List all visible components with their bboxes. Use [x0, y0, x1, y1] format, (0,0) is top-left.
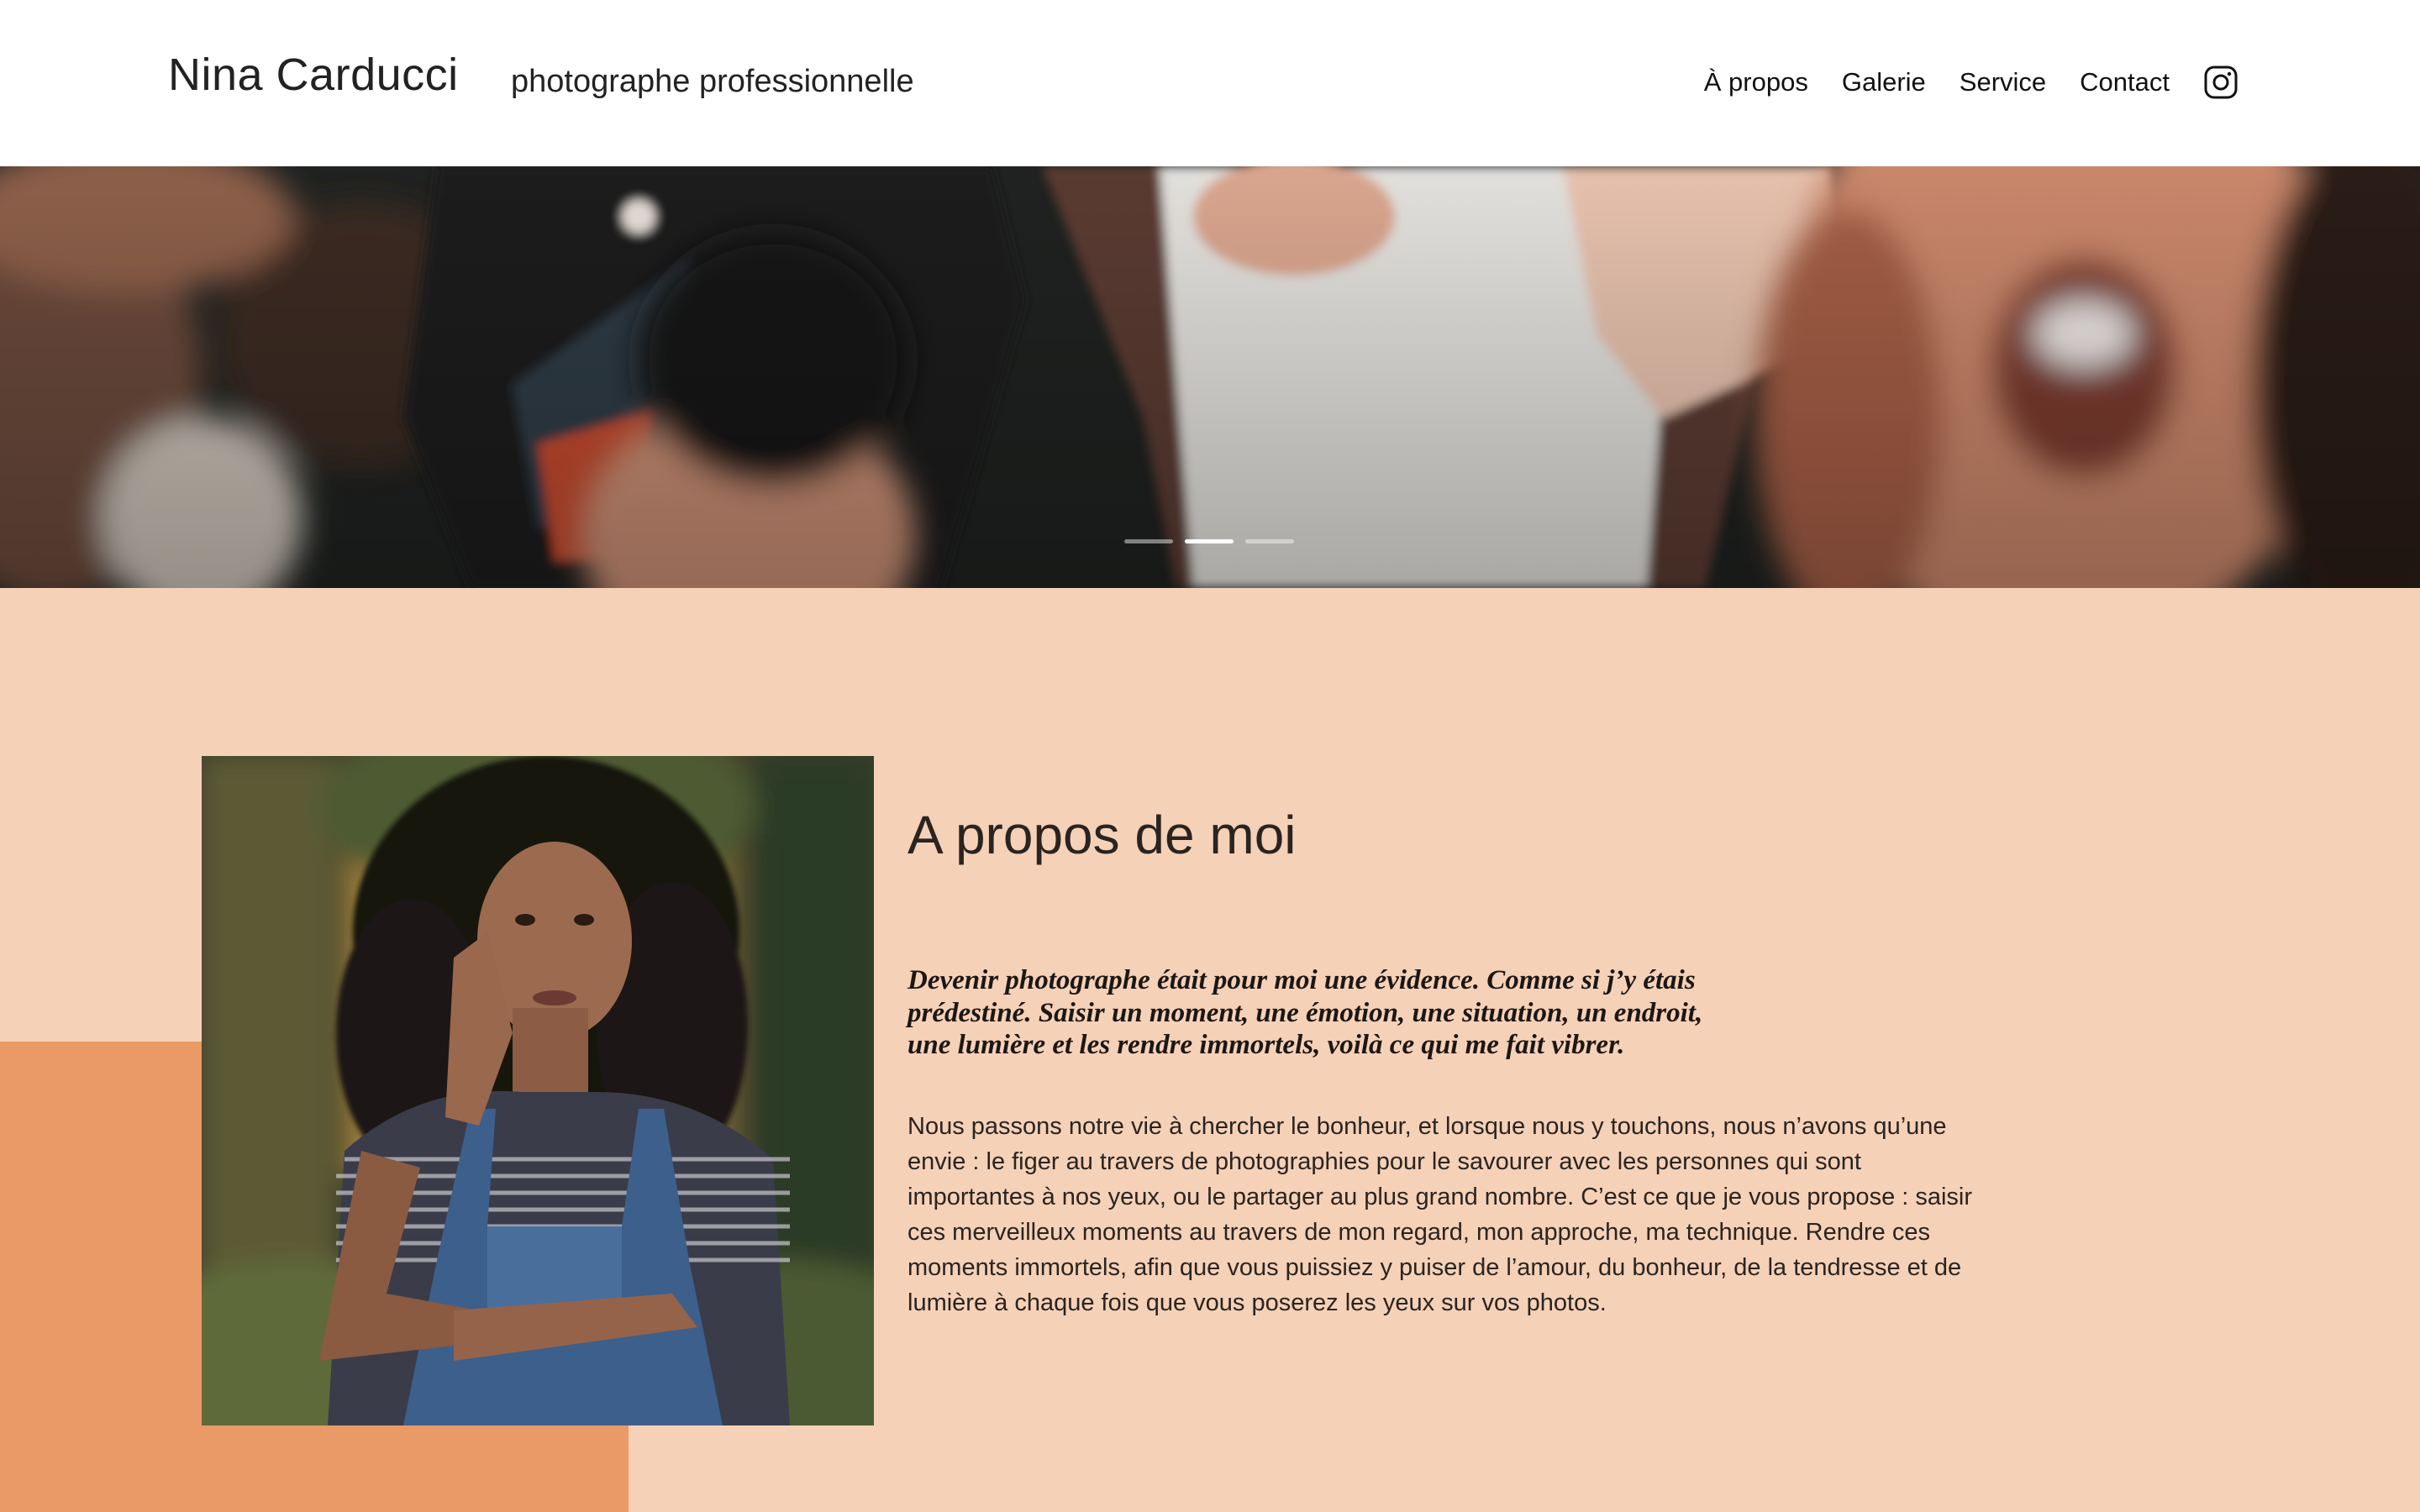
about-title: A propos de moi: [908, 805, 1297, 865]
carousel-indicators: [1124, 539, 1306, 543]
hero-photo: [0, 166, 2420, 588]
nav-link-about[interactable]: À propos: [1704, 59, 1808, 106]
about-body: Nous passons notre vie à chercher le bon…: [908, 1113, 1973, 1316]
portrait-photo: [202, 756, 874, 1425]
hero-carousel: [0, 166, 2420, 588]
about-quote: Devenir photographe était pour moi une é…: [908, 965, 1703, 1060]
nav-link-gallery[interactable]: Galerie: [1842, 59, 1926, 106]
carousel-dot-3[interactable]: [1245, 539, 1294, 543]
nav-link-contact[interactable]: Contact: [2080, 59, 2170, 106]
brand-tagline: photographe professionnelle: [511, 64, 914, 99]
site-header: Nina Carducci photographe professionnell…: [0, 0, 2420, 166]
main-nav: À propos Galerie Service Contact: [1704, 59, 2238, 106]
instagram-icon[interactable]: [2203, 65, 2238, 100]
carousel-dot-2[interactable]: [1185, 539, 1234, 543]
carousel-dot-1[interactable]: [1124, 539, 1173, 543]
brand-name[interactable]: Nina Carducci: [168, 45, 459, 104]
nav-link-service[interactable]: Service: [1960, 59, 2046, 106]
